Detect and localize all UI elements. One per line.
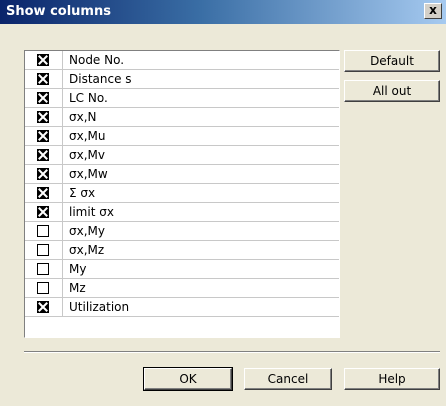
column-label: Σ σx xyxy=(69,186,96,200)
checkbox-cell xyxy=(25,298,63,316)
list-item: Utilization xyxy=(25,298,339,317)
checkbox-cell xyxy=(25,127,63,145)
checkbox-cell xyxy=(25,70,63,88)
checkbox-distance-s[interactable] xyxy=(37,73,49,85)
checkbox-lc-no[interactable] xyxy=(37,92,49,104)
column-label: My xyxy=(69,262,87,276)
checkbox-cell xyxy=(25,108,63,126)
list-item: limit σx xyxy=(25,203,339,222)
checkbox-cell xyxy=(25,165,63,183)
checkbox-limit-sigma-x[interactable] xyxy=(37,206,49,218)
checkbox-node-no[interactable] xyxy=(37,54,49,66)
cancel-button[interactable]: Cancel xyxy=(244,368,332,390)
checkbox-cell xyxy=(25,89,63,107)
checkbox-cell xyxy=(25,51,63,69)
checkbox-sum-sigma-x[interactable] xyxy=(37,187,49,199)
column-label: σx,My xyxy=(69,224,105,238)
checkbox-cell xyxy=(25,260,63,278)
show-columns-dialog: Show columns x Node No. Distance s LC No… xyxy=(0,0,446,406)
checkbox-cell xyxy=(25,279,63,297)
checkbox-utilization[interactable] xyxy=(37,301,49,313)
list-item: Mz xyxy=(25,279,339,298)
separator xyxy=(24,351,440,353)
help-button[interactable]: Help xyxy=(344,368,440,390)
list-item: σx,Mw xyxy=(25,165,339,184)
checkbox-cell xyxy=(25,203,63,221)
list-item: My xyxy=(25,260,339,279)
column-label: LC No. xyxy=(69,91,108,105)
column-label: σx,Mv xyxy=(69,148,105,162)
list-item: Node No. xyxy=(25,51,339,70)
checkbox-sigma-x-mv[interactable] xyxy=(37,149,49,161)
column-label: Utilization xyxy=(69,300,130,314)
checkbox-sigma-x-mu[interactable] xyxy=(37,130,49,142)
column-label: Distance s xyxy=(69,72,132,86)
checkbox-my[interactable] xyxy=(37,263,49,275)
list-item: Σ σx xyxy=(25,184,339,203)
columns-list: Node No. Distance s LC No. σx,N σx,Mu σx… xyxy=(24,50,340,338)
checkbox-sigma-x-n[interactable] xyxy=(37,111,49,123)
checkbox-cell xyxy=(25,184,63,202)
default-button[interactable]: Default xyxy=(344,50,440,72)
close-icon[interactable]: x xyxy=(424,3,442,19)
checkbox-cell xyxy=(25,222,63,240)
title-bar[interactable]: Show columns x xyxy=(0,0,446,24)
list-item: σx,Mz xyxy=(25,241,339,260)
ok-button[interactable]: OK xyxy=(143,367,233,391)
list-item: σx,Mu xyxy=(25,127,339,146)
all-out-button[interactable]: All out xyxy=(344,80,440,102)
column-label: σx,Mw xyxy=(69,167,108,181)
list-item: Distance s xyxy=(25,70,339,89)
column-label: Node No. xyxy=(69,53,125,67)
column-label: σx,Mz xyxy=(69,243,105,257)
checkbox-cell xyxy=(25,146,63,164)
column-label: σx,Mu xyxy=(69,129,106,143)
checkbox-cell xyxy=(25,241,63,259)
column-label: Mz xyxy=(69,281,86,295)
list-item: σx,N xyxy=(25,108,339,127)
checkbox-sigma-x-mz[interactable] xyxy=(37,244,49,256)
checkbox-sigma-x-my[interactable] xyxy=(37,225,49,237)
list-item: σx,My xyxy=(25,222,339,241)
checkbox-sigma-x-mw[interactable] xyxy=(37,168,49,180)
dialog-title: Show columns xyxy=(6,4,111,19)
column-label: σx,N xyxy=(69,110,97,124)
list-item: σx,Mv xyxy=(25,146,339,165)
checkbox-mz[interactable] xyxy=(37,282,49,294)
list-item: LC No. xyxy=(25,89,339,108)
column-label: limit σx xyxy=(69,205,114,219)
